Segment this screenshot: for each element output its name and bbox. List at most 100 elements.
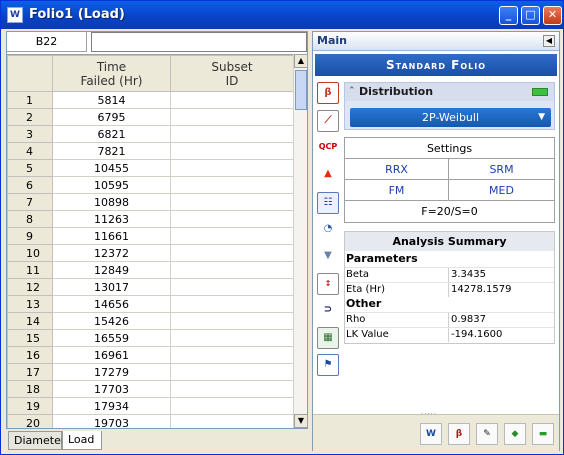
distribution-dropdown[interactable]: 2P-Weibull ▼ xyxy=(350,108,551,127)
green-status-icon[interactable]: ▬ xyxy=(532,423,554,445)
subset-id-cell[interactable] xyxy=(170,108,293,126)
row-number[interactable]: 6 xyxy=(7,176,53,194)
subset-id-cell[interactable] xyxy=(170,278,293,296)
table-row[interactable]: 8 11263 xyxy=(7,210,293,228)
row-number[interactable]: 3 xyxy=(7,125,53,143)
table-row[interactable]: 6 10595 xyxy=(7,176,293,194)
splitter-grip-icon[interactable]: ····· xyxy=(421,410,437,418)
plot-icon[interactable]: β xyxy=(448,423,470,445)
table-row[interactable]: 9 11661 xyxy=(7,227,293,245)
time-failed-cell[interactable]: 11263 xyxy=(52,210,171,228)
gauge-icon[interactable]: ◔ xyxy=(317,219,339,241)
subset-id-cell[interactable] xyxy=(170,363,293,381)
setting-fm-button[interactable]: FM xyxy=(345,180,449,201)
time-failed-cell[interactable]: 13017 xyxy=(52,278,171,296)
row-number[interactable]: 11 xyxy=(7,261,53,279)
time-failed-cell[interactable]: 12849 xyxy=(52,261,171,279)
table-row[interactable]: 12 13017 xyxy=(7,278,293,296)
column-header-subset-id[interactable]: Subset ID xyxy=(170,55,293,92)
subset-id-cell[interactable] xyxy=(170,312,293,330)
table-row[interactable]: 16 16961 xyxy=(7,346,293,364)
setting-med-button[interactable]: MED xyxy=(449,180,554,201)
time-failed-cell[interactable]: 10455 xyxy=(52,159,171,177)
user-settings-icon[interactable]: ✎ xyxy=(476,423,498,445)
row-number[interactable]: 1 xyxy=(7,91,53,109)
collapse-arrow-icon[interactable]: ◀ xyxy=(543,35,555,47)
time-failed-cell[interactable]: 12372 xyxy=(52,244,171,262)
row-number[interactable]: 14 xyxy=(7,312,53,330)
subset-id-cell[interactable] xyxy=(170,414,293,428)
list-icon[interactable]: ☷ xyxy=(317,192,339,214)
table-row[interactable]: 19 17934 xyxy=(7,397,293,415)
subset-id-cell[interactable] xyxy=(170,397,293,415)
time-failed-cell[interactable]: 15426 xyxy=(52,312,171,330)
scroll-up-icon[interactable]: ▲ xyxy=(294,54,308,68)
qcp-icon[interactable]: QCP xyxy=(317,137,339,159)
close-button[interactable]: ✕ xyxy=(543,6,562,25)
subset-id-cell[interactable] xyxy=(170,380,293,398)
row-number[interactable]: 7 xyxy=(7,193,53,211)
line-plot-icon[interactable]: ⟋ xyxy=(317,110,339,132)
calculate-icon[interactable]: ◆ xyxy=(504,423,526,445)
row-number[interactable]: 17 xyxy=(7,363,53,381)
table-row[interactable]: 1 5814 xyxy=(7,91,293,109)
time-failed-cell[interactable]: 10595 xyxy=(52,176,171,194)
time-failed-cell[interactable]: 5814 xyxy=(52,91,171,109)
table-row[interactable]: 2 6795 xyxy=(7,108,293,126)
table-row[interactable]: 3 6821 xyxy=(7,125,293,143)
formula-input[interactable] xyxy=(91,32,307,52)
tab-load[interactable]: Load xyxy=(62,431,102,450)
time-failed-cell[interactable]: 14656 xyxy=(52,295,171,313)
row-number[interactable]: 13 xyxy=(7,295,53,313)
subset-id-cell[interactable] xyxy=(170,227,293,245)
setting-srm-button[interactable]: SRM xyxy=(449,159,554,180)
table-row[interactable]: 18 17703 xyxy=(7,380,293,398)
time-failed-cell[interactable]: 6821 xyxy=(52,125,171,143)
collapse-chevron-icon[interactable]: ⌃ xyxy=(348,86,356,96)
time-failed-cell[interactable]: 19703 xyxy=(52,414,171,428)
sort-icon[interactable]: ↕ xyxy=(317,273,339,295)
maximize-button[interactable]: □ xyxy=(521,6,540,25)
subset-id-cell[interactable] xyxy=(170,176,293,194)
time-failed-cell[interactable]: 17279 xyxy=(52,363,171,381)
setting-rrx-button[interactable]: RRX xyxy=(345,159,449,180)
row-number[interactable]: 19 xyxy=(7,397,53,415)
subset-id-cell[interactable] xyxy=(170,346,293,364)
table-row[interactable]: 15 16559 xyxy=(7,329,293,347)
subset-id-cell[interactable] xyxy=(170,295,293,313)
scroll-down-icon[interactable]: ▼ xyxy=(294,414,308,428)
row-number[interactable]: 4 xyxy=(7,142,53,160)
row-number[interactable]: 16 xyxy=(7,346,53,364)
subset-id-cell[interactable] xyxy=(170,261,293,279)
subset-id-cell[interactable] xyxy=(170,142,293,160)
tab-diameter[interactable]: Diameter xyxy=(8,431,65,450)
minimize-button[interactable]: _ xyxy=(499,6,518,25)
warning-icon[interactable]: ▲ xyxy=(317,164,339,186)
row-number[interactable]: 10 xyxy=(7,244,53,262)
table-row[interactable]: 10 12372 xyxy=(7,244,293,262)
table-row[interactable]: 17 17279 xyxy=(7,363,293,381)
table-row[interactable]: 7 10898 xyxy=(7,193,293,211)
row-number[interactable]: 20 xyxy=(7,414,53,428)
prob-plot-icon[interactable]: β xyxy=(317,82,339,104)
cell-reference[interactable]: B22 xyxy=(7,32,87,52)
row-number[interactable]: 18 xyxy=(7,380,53,398)
filter-icon[interactable]: ▼ xyxy=(317,246,339,268)
distribution-header[interactable]: ⌃ Distribution xyxy=(345,83,554,101)
title-bar[interactable]: W Folio1 (Load) _ □ ✕ xyxy=(1,1,563,29)
row-number[interactable]: 12 xyxy=(7,278,53,296)
table-row[interactable]: 5 10455 xyxy=(7,159,293,177)
subset-id-cell[interactable] xyxy=(170,329,293,347)
subset-id-cell[interactable] xyxy=(170,244,293,262)
report-icon[interactable]: ▦ xyxy=(317,327,339,349)
time-failed-cell[interactable]: 10898 xyxy=(52,193,171,211)
row-number[interactable]: 9 xyxy=(7,227,53,245)
subset-id-cell[interactable] xyxy=(170,159,293,177)
table-row[interactable]: 13 14656 xyxy=(7,295,293,313)
runner-icon[interactable]: ⚑ xyxy=(317,354,339,376)
row-number[interactable]: 8 xyxy=(7,210,53,228)
scroll-thumb[interactable] xyxy=(295,70,307,110)
row-number[interactable]: 2 xyxy=(7,108,53,126)
time-failed-cell[interactable]: 11661 xyxy=(52,227,171,245)
time-failed-cell[interactable]: 6795 xyxy=(52,108,171,126)
